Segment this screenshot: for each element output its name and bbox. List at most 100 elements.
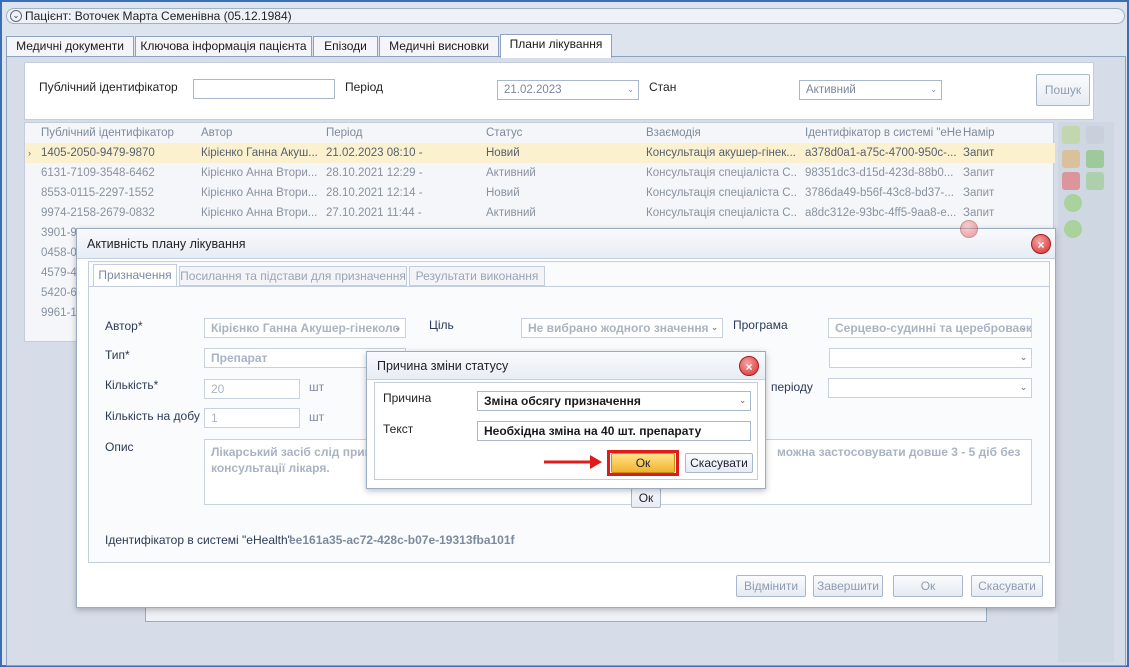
status-green-icon[interactable] <box>1064 194 1082 212</box>
check-icon[interactable] <box>1086 150 1104 168</box>
table-row[interactable]: 6131-7109-3548-6462 Кірієнко Анна Втори..… <box>25 163 1055 183</box>
table-cell: Консультація спеціаліста С... <box>646 167 796 179</box>
close-button[interactable]: Скасувати <box>971 575 1043 597</box>
period-label: періоду <box>771 380 813 394</box>
program-label: Програма <box>733 318 788 332</box>
chevron-down-icon: ⌄ <box>1020 323 1027 332</box>
quantity-input: 20 <box>204 379 300 399</box>
add-icon[interactable] <box>1062 126 1080 144</box>
ehealth-label: Ідентифікатор в системі "eHealth" <box>105 533 292 547</box>
table-cell: Консультація спеціаліста С... <box>646 207 796 219</box>
reason-label: Причина <box>383 391 432 405</box>
ok-button[interactable]: Ок <box>893 575 963 597</box>
column-header[interactable]: Автор <box>201 123 232 143</box>
state-select[interactable]: Активний ⌄ <box>799 80 942 100</box>
column-header[interactable]: Період <box>326 123 362 143</box>
close-icon[interactable]: × <box>1031 234 1051 254</box>
table-cell: 6131-7109-3548-6462 <box>41 167 155 179</box>
state-label: Стан <box>649 80 677 94</box>
type-label: Тип* <box>105 348 130 362</box>
inner-ok-button[interactable]: Ок <box>631 488 661 508</box>
cancel-activity-button[interactable]: Відмінити <box>736 575 806 597</box>
chevron-down-icon: ⌄ <box>627 85 634 94</box>
flag-icon[interactable] <box>1086 172 1104 190</box>
row-indicator-icon: › <box>28 148 31 158</box>
quantity-label: Кількість* <box>105 378 159 392</box>
status-green-icon[interactable] <box>1064 220 1082 238</box>
tools-icon[interactable] <box>1086 126 1104 144</box>
table-cell: 8553-0115-2297-1552 <box>41 187 154 199</box>
goal-value: Не вибрано жодного значення <box>528 321 709 335</box>
goal-select[interactable]: Не вибрано жодного значення ⌄ <box>521 318 723 338</box>
table-cell: Запит <box>963 147 995 159</box>
patient-bar: ⌄ Пацієнт: Воточек Марта Семенівна (05.1… <box>6 8 1125 24</box>
table-cell: 98351dc3-d15d-423d-88b0... <box>805 167 954 179</box>
per-day-input: 1 <box>204 408 300 428</box>
tab-key-info[interactable]: Ключова інформація пацієнта <box>135 36 312 56</box>
author-label: Автор* <box>105 319 143 333</box>
table-cell: Активний <box>486 207 536 219</box>
edit-icon[interactable] <box>1062 150 1080 168</box>
column-header[interactable]: Статус <box>486 123 522 143</box>
tab-references[interactable]: Посилання та підстави для призначення <box>179 266 407 286</box>
side-toolbar <box>1058 122 1114 662</box>
per-day-unit: шт <box>309 410 325 424</box>
chevron-down-icon[interactable]: ⌄ <box>10 10 22 22</box>
column-header[interactable]: Намір <box>963 123 995 143</box>
tab-medical-conclusions[interactable]: Медичні висновки <box>379 36 499 56</box>
table-cell: a378d0a1-a75c-4700-950c-... <box>805 147 957 159</box>
close-icon[interactable] <box>960 220 978 238</box>
reason-select[interactable]: Зміна обсягу призначення ⌄ <box>477 391 751 411</box>
table-cell: 1405-2050-9479-9870 <box>41 147 155 159</box>
program-value: Серцево-судинні та цереброваскул <box>835 321 1032 335</box>
ehealth-value: ee161a35-ac72-428c-b07e-19313fba101f <box>289 533 515 547</box>
tab-episodes[interactable]: Епізоди <box>313 36 378 56</box>
table-cell: Новий <box>486 187 520 199</box>
period-label: Період <box>345 80 384 94</box>
table-cell: Кірієнко Ганна Акуш... <box>201 147 318 159</box>
chevron-down-icon: ⌄ <box>739 396 746 405</box>
period-select[interactable]: ⌄ <box>828 378 1032 398</box>
close-icon[interactable]: × <box>739 356 759 376</box>
search-button[interactable]: Пошук <box>1036 74 1090 106</box>
author-value: Кірієнко Ганна Акушер-гінеколо <box>211 321 400 335</box>
tab-prescription[interactable]: Призначення <box>93 264 177 286</box>
table-cell: Запит <box>963 187 995 199</box>
activity-dialog-title: Активність плану лікування <box>77 229 1055 259</box>
tab-medical-documents[interactable]: Медичні документи <box>6 36 134 56</box>
status-dialog-title: Причина зміни статусу <box>367 352 765 380</box>
state-value: Активний <box>806 84 856 96</box>
table-cell: 28.10.2021 12:29 - <box>326 167 423 179</box>
filter-panel: Публічний ідентифікатор Період 21.02.202… <box>24 62 1094 120</box>
chevron-down-icon: ⌄ <box>1020 383 1027 392</box>
tab-results[interactable]: Результати виконання <box>409 266 545 286</box>
column-header[interactable]: Ідентифікатор в системі "eHe <box>805 123 965 143</box>
author-select: Кірієнко Ганна Акушер-гінеколо ⌄ <box>204 318 406 338</box>
extra-select[interactable]: ⌄ <box>829 348 1032 368</box>
column-header[interactable]: Публічний ідентифікатор <box>41 123 174 143</box>
table-cell: 3786da49-b56f-43c8-bd37-... <box>805 187 954 199</box>
chevron-down-icon: ⌄ <box>930 85 937 94</box>
table-row[interactable]: › 1405-2050-9479-9870 Кірієнко Ганна Акуш.… <box>25 143 1055 163</box>
table-cell: 21.02.2023 08:10 - <box>326 147 423 159</box>
reason-text-input[interactable]: Необхідна зміна на 40 шт. препарату <box>477 421 751 441</box>
column-header[interactable]: Взаємодія <box>646 123 701 143</box>
chevron-down-icon: ⌄ <box>711 323 718 332</box>
public-id-label: Публічний ідентифікатор <box>39 80 178 94</box>
tab-treatment-plans[interactable]: Плани лікування <box>500 34 612 58</box>
complete-button[interactable]: Завершити <box>813 575 883 597</box>
table-row[interactable]: 8553-0115-2297-1552 Кірієнко Анна Втори..… <box>25 183 1055 203</box>
table-row[interactable]: 9974-2158-2679-0832 Кірієнко Анна Втори..… <box>25 203 1055 223</box>
program-select[interactable]: Серцево-судинні та цереброваскул ⌄ <box>828 318 1032 338</box>
status-cancel-button[interactable]: Скасувати <box>685 453 753 473</box>
delete-icon[interactable] <box>1062 172 1080 190</box>
reason-value: Зміна обсягу призначення <box>484 394 641 408</box>
status-ok-button[interactable]: Ок <box>611 453 675 473</box>
table-cell: 9974-2158-2679-0832 <box>41 207 155 219</box>
quantity-unit: шт <box>309 380 325 394</box>
goal-label: Ціль <box>429 318 454 332</box>
text-label: Текст <box>383 422 414 436</box>
period-value: 21.02.2023 <box>504 84 562 96</box>
period-input[interactable]: 21.02.2023 ⌄ <box>497 80 639 100</box>
public-id-input[interactable] <box>193 79 335 99</box>
